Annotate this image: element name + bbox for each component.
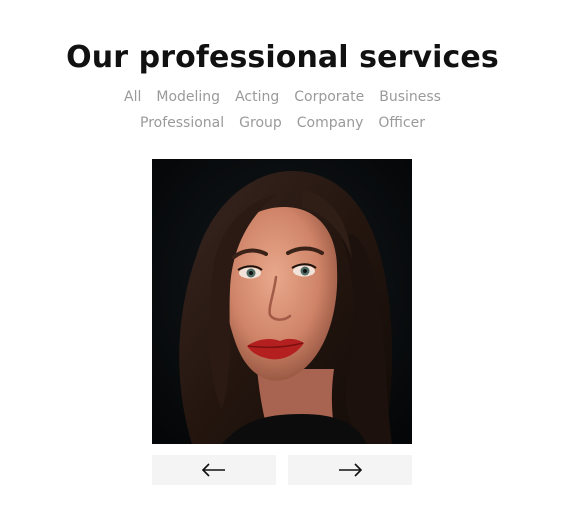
next-button[interactable] xyxy=(288,455,412,485)
section-title: Our professional services xyxy=(66,40,499,76)
filter-modeling[interactable]: Modeling xyxy=(156,89,220,105)
filter-group[interactable]: Group xyxy=(239,115,282,131)
filter-company[interactable]: Company xyxy=(297,115,364,131)
arrow-left-icon xyxy=(201,463,225,477)
filter-bar: All Modeling Acting Corporate Business P… xyxy=(0,89,565,131)
portrait-photo xyxy=(152,159,412,444)
filter-row-1: All Modeling Acting Corporate Business xyxy=(124,89,441,105)
prev-button[interactable] xyxy=(152,455,276,485)
filter-acting[interactable]: Acting xyxy=(235,89,279,105)
portrait-illustration xyxy=(152,159,412,444)
filter-row-2: Professional Group Company Officer xyxy=(140,115,425,131)
filter-officer[interactable]: Officer xyxy=(378,115,425,131)
arrow-right-icon xyxy=(339,463,363,477)
filter-professional[interactable]: Professional xyxy=(140,115,224,131)
filter-business[interactable]: Business xyxy=(379,89,441,105)
filter-corporate[interactable]: Corporate xyxy=(294,89,364,105)
filter-all[interactable]: All xyxy=(124,89,141,105)
